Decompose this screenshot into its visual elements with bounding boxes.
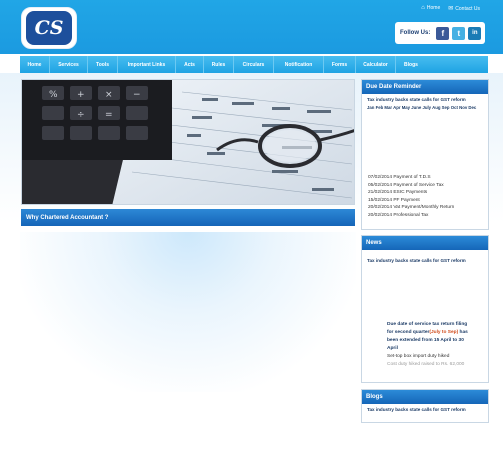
blogs-headline[interactable]: Tax industry backs state calls for GST r… [367,407,483,412]
news-line: been extended from 15 April to 30 [387,338,464,343]
content-area [20,232,356,392]
due-date-panel: Due Date Reminder Tax industry backs sta… [361,79,489,230]
svg-text:%: % [49,90,58,100]
due-date-list: 07/02/2014 Payment of T.D.S 05/02/2014 P… [368,174,454,220]
nav-item-services[interactable]: Services [50,56,88,73]
news-line: April [387,346,398,351]
linkedin-icon[interactable]: in [468,26,482,40]
svg-text:=: = [105,110,113,120]
blogs-title: Blogs [362,390,488,404]
nav-item-calculator[interactable]: Calculator [356,56,396,73]
news-title: News [362,236,488,250]
svg-text:×: × [105,90,113,100]
news-line: for second quarter(July to Sep) has [387,330,468,335]
news-line: Due date of service tax return filing [387,322,468,327]
top-links: ⌂ Home ✉ Contact Us [421,5,480,12]
blogs-panel: Blogs Tax industry backs state calls for… [361,389,489,423]
mail-icon: ✉ [448,6,454,12]
month-selector[interactable]: Jan Feb Mar Apr May June July Aug Sep Oc… [367,105,483,110]
news-headline[interactable]: Tax industry backs state calls for GST r… [367,258,483,263]
list-item[interactable]: 05/02/2014 Payment of Service Tax [368,182,454,190]
twitter-icon[interactable]: t [452,26,466,40]
svg-text:+: + [77,90,85,100]
top-link-home[interactable]: ⌂ Home [421,5,440,12]
why-chartered-accountant-bar[interactable]: Why Chartered Accountant ? [21,209,355,226]
nav-item-tools[interactable]: Tools [88,56,118,73]
nav-item-acts[interactable]: Acts [176,56,204,73]
svg-text:−: − [133,90,141,100]
why-title: Why Chartered Accountant ? [26,214,109,221]
home-icon: ⌂ [421,5,425,11]
facebook-icon[interactable]: f [436,26,450,40]
news-line[interactable]: Set-top box import duty hiked [387,353,487,361]
logo-mark: CS [26,11,72,45]
main-nav: Home Services Tools Important Links Acts… [20,56,488,73]
follow-us-box: Follow Us: f t in [395,22,485,44]
list-item[interactable]: 15/02/2014 PF Payment [368,197,454,205]
nav-item-notification[interactable]: Notification [274,56,324,73]
news-ticker: Due date of service tax return filing fo… [387,321,487,369]
due-date-headline[interactable]: Tax industry backs state calls for GST r… [367,97,483,102]
svg-text:÷: ÷ [77,110,85,120]
top-link-contact[interactable]: ✉ Contact Us [448,5,480,12]
nav-item-forms[interactable]: Forms [324,56,356,73]
due-date-title: Due Date Reminder [362,80,488,94]
news-panel: News Tax industry backs state calls for … [361,235,489,383]
list-item[interactable]: 21/02/2014 ESIC Payments [368,189,454,197]
hero-illustration: % + × − ÷ = [22,80,354,204]
nav-item-home[interactable]: Home [20,56,50,73]
news-line[interactable]: Cost duty hiked raised to Rs. 62,000 [387,361,487,369]
list-item[interactable]: 20/02/2014 Vat Payment/Monthly Return [368,204,454,212]
hero-image: % + × − ÷ = [21,79,355,205]
site-logo[interactable]: CS [21,7,77,49]
nav-item-circulars[interactable]: Circulars [234,56,274,73]
follow-us-label: Follow Us: [400,30,431,36]
list-item[interactable]: 20/02/2014 Professional Tax [368,212,454,220]
list-item[interactable]: 07/02/2014 Payment of T.D.S [368,174,454,182]
nav-item-rules[interactable]: Rules [204,56,234,73]
nav-item-blogs[interactable]: Blogs [396,56,426,73]
nav-item-important-links[interactable]: Important Links [118,56,176,73]
site-header: CS ⌂ Home ✉ Contact Us Follow Us: f t in [0,0,503,54]
